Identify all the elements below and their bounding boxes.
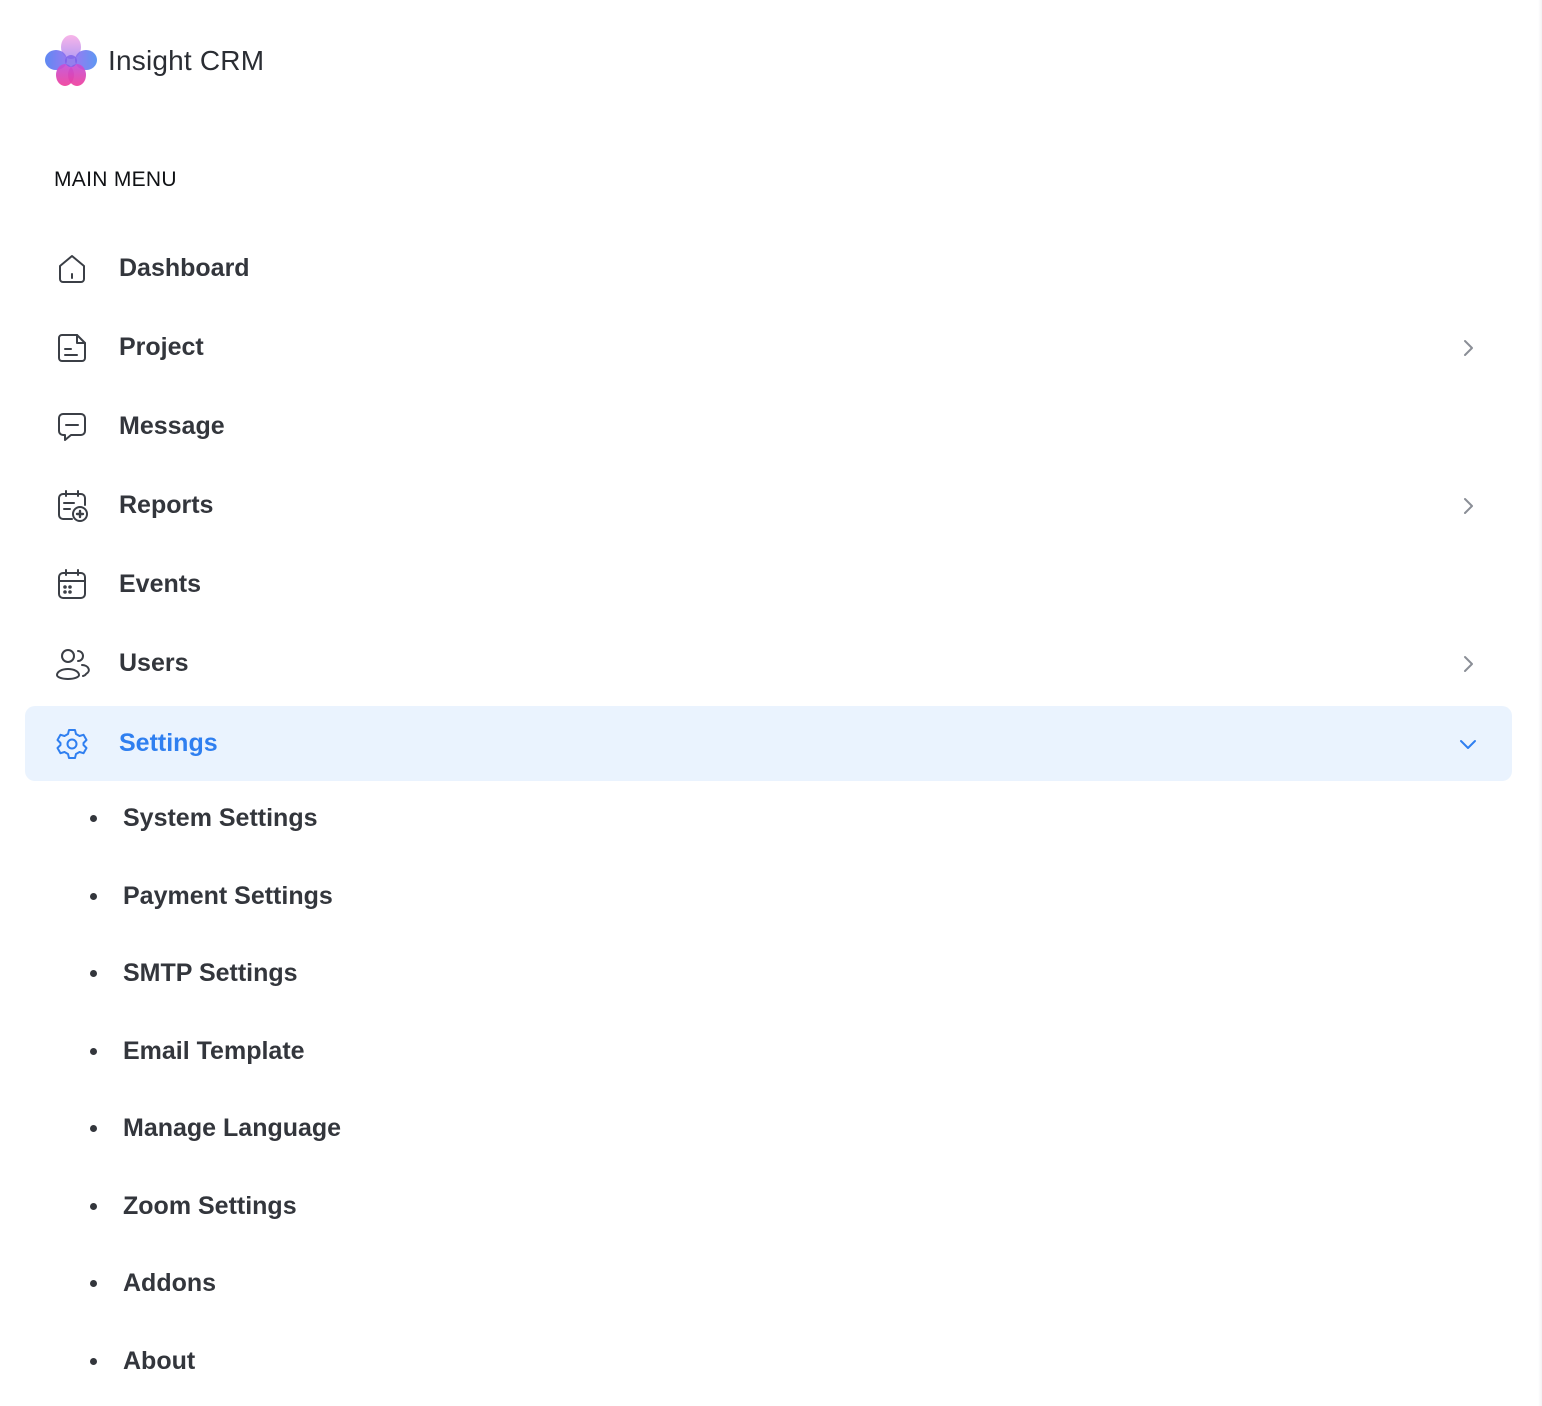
brand-name: Insight CRM bbox=[108, 45, 265, 76]
section-title: MAIN MENU bbox=[54, 168, 177, 191]
bullet-icon bbox=[90, 815, 97, 823]
home-icon bbox=[54, 251, 90, 287]
brand[interactable]: Insight CRM bbox=[44, 34, 264, 88]
submenu-item-zoom-settings[interactable]: Zoom Settings bbox=[0, 1168, 1538, 1246]
submenu-label: Addons bbox=[123, 1269, 217, 1298]
submenu-label: Manage Language bbox=[123, 1114, 342, 1143]
settings-submenu: System Settings Payment Settings SMTP Se… bbox=[0, 780, 1538, 1400]
bullet-icon bbox=[90, 892, 97, 900]
gear-icon bbox=[54, 726, 90, 762]
submenu-item-smtp-settings[interactable]: SMTP Settings bbox=[0, 935, 1538, 1013]
nav-label: Reports bbox=[119, 491, 214, 519]
nav-label: Events bbox=[119, 570, 201, 598]
nav-item-project[interactable]: Project bbox=[25, 308, 1512, 387]
submenu-label: About bbox=[123, 1346, 196, 1375]
sidebar-edge bbox=[1538, 0, 1542, 1406]
nav-label: Dashboard bbox=[119, 254, 250, 282]
chat-icon bbox=[54, 409, 90, 445]
nav-item-message[interactable]: Message bbox=[25, 387, 1512, 466]
submenu-item-email-template[interactable]: Email Template bbox=[0, 1013, 1538, 1091]
bullet-icon bbox=[90, 970, 97, 978]
nav-label: Project bbox=[119, 333, 204, 361]
submenu-item-system-settings[interactable]: System Settings bbox=[0, 780, 1538, 858]
bullet-icon bbox=[90, 1125, 97, 1133]
chevron-down-icon bbox=[1457, 733, 1479, 755]
nav-item-dashboard[interactable]: Dashboard bbox=[25, 229, 1512, 308]
submenu-label: Payment Settings bbox=[123, 881, 333, 910]
report-icon bbox=[54, 488, 90, 524]
sidebar: Insight CRM MAIN MENU Dashboard Project … bbox=[0, 0, 1539, 1406]
nav-item-reports[interactable]: Reports bbox=[25, 466, 1512, 545]
nav-item-users[interactable]: Users bbox=[25, 624, 1512, 703]
nav-label: Settings bbox=[119, 729, 218, 757]
brand-logo-icon bbox=[45, 35, 97, 86]
nav-label: Message bbox=[119, 412, 225, 440]
submenu-item-about[interactable]: About bbox=[0, 1323, 1538, 1401]
chevron-right-icon bbox=[1457, 337, 1479, 359]
nav-item-settings[interactable]: Settings bbox=[25, 706, 1512, 781]
submenu-label: SMTP Settings bbox=[123, 959, 298, 988]
bullet-icon bbox=[90, 1202, 97, 1210]
nav-item-events[interactable]: Events bbox=[25, 545, 1512, 624]
submenu-label: System Settings bbox=[123, 804, 318, 833]
bullet-icon bbox=[90, 1280, 97, 1288]
main-nav: Dashboard Project Message Reports Events… bbox=[25, 229, 1512, 781]
chevron-right-icon bbox=[1457, 653, 1479, 675]
bullet-icon bbox=[90, 1357, 97, 1365]
submenu-item-addons[interactable]: Addons bbox=[0, 1245, 1538, 1323]
submenu-item-payment-settings[interactable]: Payment Settings bbox=[0, 858, 1538, 936]
bullet-icon bbox=[90, 1047, 97, 1055]
nav-label: Users bbox=[119, 649, 189, 677]
submenu-label: Zoom Settings bbox=[123, 1191, 297, 1220]
submenu-item-manage-language[interactable]: Manage Language bbox=[0, 1090, 1538, 1168]
submenu-label: Email Template bbox=[123, 1036, 305, 1065]
calendar-icon bbox=[54, 567, 90, 603]
document-icon bbox=[54, 330, 90, 366]
users-icon bbox=[54, 646, 90, 682]
chevron-right-icon bbox=[1457, 495, 1479, 517]
